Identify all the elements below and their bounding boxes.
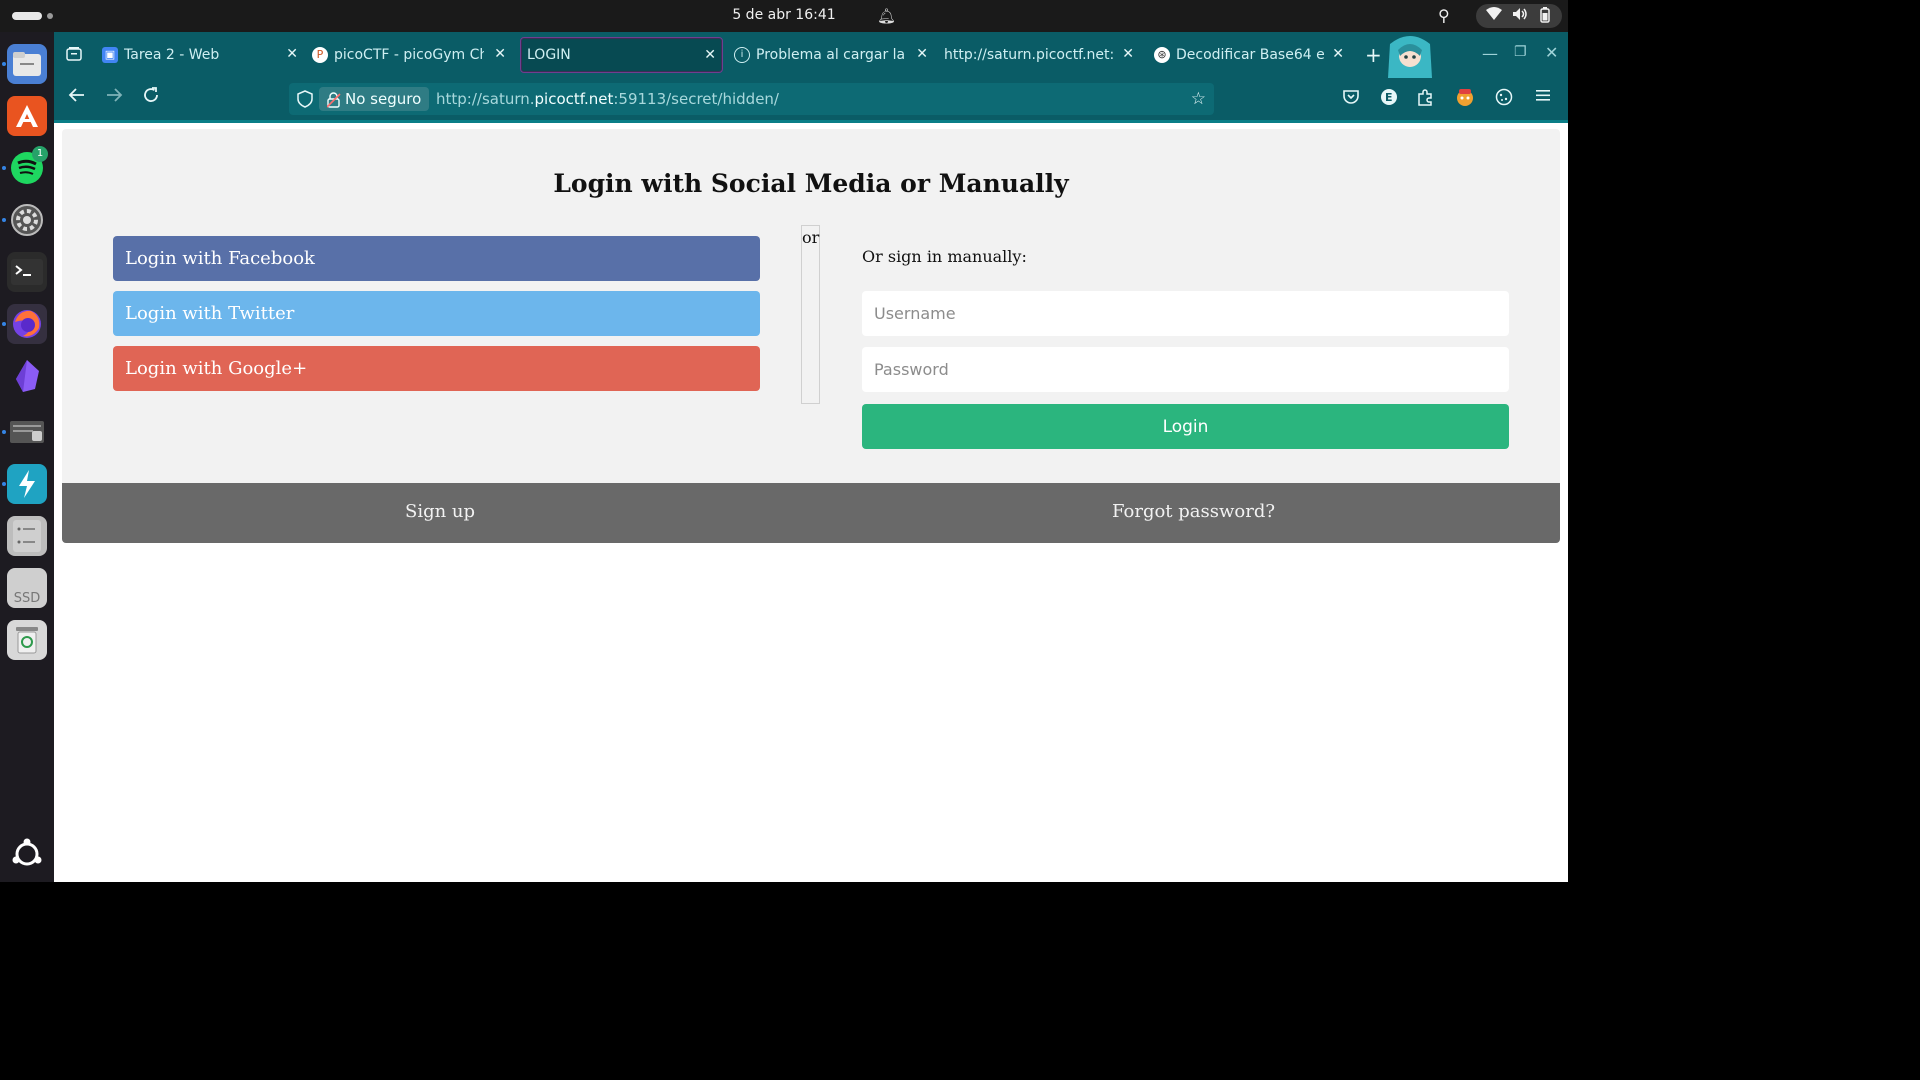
svg-text:E: E: [1385, 91, 1393, 104]
bell-icon[interactable]: 🔔︎: [877, 7, 896, 25]
new-tab-icon[interactable]: +: [1365, 43, 1382, 67]
vertical-divider: [801, 225, 820, 404]
extension-fox-icon[interactable]: [1455, 87, 1475, 112]
tab-label: Tarea 2 - Web: [124, 47, 220, 63]
close-icon[interactable]: ✕: [286, 46, 298, 62]
maximize-icon[interactable]: ❐: [1514, 44, 1527, 60]
classroom-icon: ▣: [102, 47, 118, 63]
shield-icon[interactable]: [297, 90, 313, 112]
firefox-icon[interactable]: [7, 304, 47, 344]
page-content: Login with Social Media or Manually Logi…: [54, 123, 1568, 882]
anime-avatar-icon: [1384, 34, 1436, 78]
reload-icon[interactable]: [142, 86, 160, 109]
extension-e-icon[interactable]: E: [1380, 88, 1398, 111]
tab-login[interactable]: LOGIN ✕: [520, 37, 723, 73]
password-input[interactable]: [862, 347, 1509, 392]
forgot-password-link[interactable]: Forgot password?: [1112, 501, 1275, 522]
cookie-icon[interactable]: [1495, 88, 1513, 111]
tab-saturn[interactable]: http://saturn.picoctf.net:5 ✕: [944, 37, 1140, 73]
wifi-icon: [1486, 7, 1502, 25]
close-icon[interactable]: ✕: [704, 47, 716, 63]
pocket-icon[interactable]: [1342, 89, 1360, 110]
login-facebook-button[interactable]: Login with Facebook: [113, 236, 760, 281]
terminal-icon[interactable]: [7, 252, 47, 292]
clock-text[interactable]: 5 de abr 16:41: [732, 7, 835, 23]
system-status-menu[interactable]: [1476, 4, 1562, 28]
page-title: Login with Social Media or Manually: [553, 169, 1069, 198]
running-indicator: [2, 482, 6, 486]
keyboard-icon[interactable]: [7, 412, 47, 452]
tab-label: picoCTF - picoGym Cha: [334, 47, 484, 63]
tab-label: Decodificar Base64 en: [1176, 47, 1324, 63]
bookmark-star-icon[interactable]: ☆: [1191, 89, 1206, 109]
volume-icon: [1512, 7, 1528, 25]
back-icon[interactable]: [68, 86, 86, 109]
navigation-bar: No seguro http://saturn.picoctf.net:5911…: [54, 78, 1568, 120]
tab-label: http://saturn.picoctf.net:5: [944, 47, 1114, 63]
ssd-label: SSD: [13, 591, 41, 606]
url-domain: picoctf.net: [534, 90, 614, 108]
bolt-icon[interactable]: [7, 464, 47, 504]
close-window-icon[interactable]: ✕: [1545, 43, 1558, 62]
notification-badge: 1: [32, 146, 48, 162]
browser-window: ▣ Tarea 2 - Web ✕ P picoCTF - picoGym Ch…: [54, 32, 1568, 882]
tab-overview-icon[interactable]: [66, 46, 82, 67]
not-secure-indicator[interactable]: No seguro: [319, 87, 430, 111]
lock-warning-icon: [326, 91, 341, 115]
running-indicator: [2, 62, 6, 66]
dock: 1 SSD: [0, 32, 54, 882]
extensions-puzzle-icon[interactable]: [1416, 88, 1434, 111]
tab-tarea-2[interactable]: ▣ Tarea 2 - Web ✕: [102, 37, 304, 73]
tab-picoctf[interactable]: P picoCTF - picoGym Cha ✕: [312, 37, 512, 73]
tab-problema[interactable]: i Problema al cargar la p ✕: [734, 37, 934, 73]
trash-icon[interactable]: [7, 620, 47, 660]
running-indicator: [2, 430, 6, 434]
running-indicator: [2, 218, 6, 222]
base64-icon: ⊛: [1154, 47, 1170, 63]
forward-icon[interactable]: [105, 86, 123, 109]
card-footer: Sign up Forgot password?: [62, 483, 1560, 543]
accessibility-icon[interactable]: ⚲: [1438, 6, 1450, 25]
manual-signin-label: Or sign in manually:: [862, 247, 1027, 266]
not-secure-label: No seguro: [345, 90, 422, 108]
url-path: :59113/secret/hidden/: [613, 90, 779, 108]
app-center-icon[interactable]: [7, 96, 47, 136]
tab-label: Problema al cargar la p: [756, 47, 906, 63]
show-apps-icon[interactable]: [7, 834, 47, 874]
menu-hamburger-icon[interactable]: [1535, 87, 1551, 108]
minimize-icon[interactable]: —: [1482, 44, 1498, 63]
system-top-bar: 5 de abr 16:41 🔔︎ ⚲: [0, 0, 1568, 32]
gear-icon[interactable]: [7, 200, 47, 240]
tab-bar: ▣ Tarea 2 - Web ✕ P picoCTF - picoGym Ch…: [54, 32, 1568, 78]
tab-label: LOGIN: [527, 47, 571, 63]
divider-or-text: or: [802, 228, 820, 247]
disk-icon[interactable]: [7, 516, 47, 556]
picoctf-icon: P: [312, 47, 328, 63]
close-icon[interactable]: ✕: [1122, 46, 1134, 62]
close-icon[interactable]: ✕: [916, 46, 928, 62]
info-icon: i: [734, 47, 750, 63]
close-icon[interactable]: ✕: [1332, 46, 1344, 62]
login-card: Login with Social Media or Manually Logi…: [62, 129, 1560, 543]
url-bar[interactable]: No seguro http://saturn.picoctf.net:5911…: [289, 83, 1214, 115]
running-indicator: [2, 166, 6, 170]
login-google-button[interactable]: Login with Google+: [113, 346, 760, 391]
ssd-icon[interactable]: SSD: [7, 568, 47, 608]
folder-icon[interactable]: [7, 44, 47, 84]
clock[interactable]: 5 de abr 16:41: [0, 7, 1568, 23]
signup-link[interactable]: Sign up: [405, 501, 475, 522]
obsidian-icon[interactable]: [7, 356, 47, 396]
close-icon[interactable]: ✕: [494, 46, 506, 62]
running-indicator: [2, 322, 6, 326]
battery-icon: [1540, 7, 1550, 27]
tab-base64[interactable]: ⊛ Decodificar Base64 en ✕: [1154, 37, 1350, 73]
login-button[interactable]: Login: [862, 404, 1509, 449]
username-input[interactable]: [862, 291, 1509, 336]
url-text[interactable]: http://saturn.picoctf.net:59113/secret/h…: [436, 90, 779, 108]
login-twitter-button[interactable]: Login with Twitter: [113, 291, 760, 336]
url-prefix: http://saturn.: [436, 90, 535, 108]
